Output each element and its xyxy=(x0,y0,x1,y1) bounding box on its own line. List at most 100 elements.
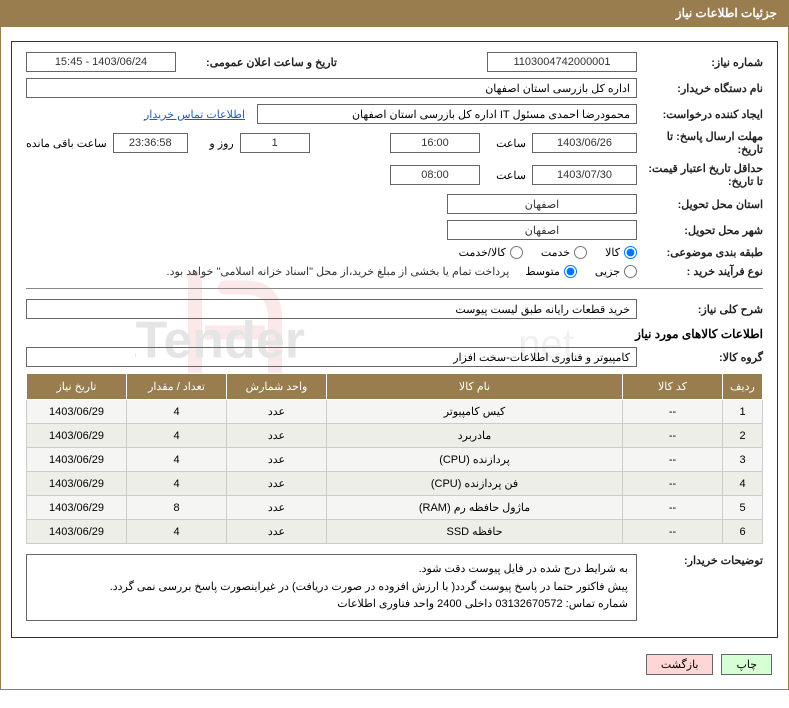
table-cell: 4 xyxy=(127,400,227,424)
row-delivery-city: شهر محل تحویل: اصفهان xyxy=(26,220,763,240)
button-bar: چاپ بازگشت xyxy=(5,644,784,685)
table-cell: 4 xyxy=(127,520,227,544)
field-remain-time: 23:36:58 xyxy=(113,133,188,153)
radio-cat-0[interactable]: کالا xyxy=(605,246,637,259)
field-prov: اصفهان xyxy=(447,194,637,214)
field-group: کامپیوتر و فناوری اطلاعات-سخت افزار xyxy=(26,347,637,367)
field-gdesc: خرید قطعات رایانه طبق لیست پیوست xyxy=(26,299,637,319)
title-text: جزئیات اطلاعات نیاز xyxy=(676,6,777,20)
table-row: 3--پردازنده (CPU)عدد41403/06/29 xyxy=(27,448,763,472)
radio-cat-1[interactable]: خدمت xyxy=(541,246,587,259)
row-need-no: شماره نیاز: 1103004742000001 تاریخ و ساع… xyxy=(26,52,763,72)
radio-pt-0-label: جزیی xyxy=(595,265,620,278)
table-cell: -- xyxy=(623,424,723,448)
label-city: شهر محل تحویل: xyxy=(643,224,763,237)
table-cell: -- xyxy=(623,400,723,424)
radio-pt-0-input[interactable] xyxy=(624,265,637,278)
label-reply: مهلت ارسال پاسخ: تا تاریخ: xyxy=(643,130,763,156)
table-cell: -- xyxy=(623,448,723,472)
table-cell: 1 xyxy=(723,400,763,424)
table-cell: 6 xyxy=(723,520,763,544)
items-tbody: 1--کیس کامپیوترعدد41403/06/292--مادربردع… xyxy=(27,400,763,544)
row-buyer-notes: توضیحات خریدار: به شرایط درج شده در فایل… xyxy=(26,554,763,621)
radio-pt-1-input[interactable] xyxy=(564,265,577,278)
print-button[interactable]: چاپ xyxy=(721,654,772,675)
label-buyer-org: نام دستگاه خریدار: xyxy=(643,82,763,95)
table-cell: 4 xyxy=(127,472,227,496)
field-requester: محمودرضا احمدی مسئول IT اداره کل بازرسی … xyxy=(257,104,637,124)
radio-cat-2[interactable]: کالا/خدمت xyxy=(459,246,523,259)
field-reply-hour: 16:00 xyxy=(390,133,480,153)
table-cell: -- xyxy=(623,472,723,496)
field-need-no: 1103004742000001 xyxy=(487,52,637,72)
table-cell: عدد xyxy=(227,424,327,448)
buyer-notes-box: به شرایط درج شده در فایل پیوست دقت شود.پ… xyxy=(26,554,637,621)
table-cell: کیس کامپیوتر xyxy=(327,400,623,424)
table-row: 2--مادربردعدد41403/06/29 xyxy=(27,424,763,448)
table-cell: 4 xyxy=(723,472,763,496)
table-cell: عدد xyxy=(227,448,327,472)
ptype-radios: جزیی متوسط xyxy=(525,265,637,278)
radio-pt-0[interactable]: جزیی xyxy=(595,265,637,278)
label-valid: حداقل تاریخ اعتبار قیمت: تا تاریخ: xyxy=(643,162,763,188)
radio-pt-1[interactable]: متوسط xyxy=(525,265,577,278)
table-cell: 1403/06/29 xyxy=(27,472,127,496)
table-row: 1--کیس کامپیوترعدد41403/06/29 xyxy=(27,400,763,424)
th-qty: تعداد / مقدار xyxy=(127,374,227,400)
label-requester: ایجاد کننده درخواست: xyxy=(643,108,763,121)
row-price-valid: حداقل تاریخ اعتبار قیمت: تا تاریخ: 1403/… xyxy=(26,162,763,188)
table-row: 5--ماژول حافظه رم (RAM)عدد81403/06/29 xyxy=(27,496,763,520)
table-cell: پردازنده (CPU) xyxy=(327,448,623,472)
form-box: AriaTender .net شماره نیاز: 110300474200… xyxy=(11,41,778,638)
th-date: تاریخ نیاز xyxy=(27,374,127,400)
field-reply-date: 1403/06/26 xyxy=(532,133,637,153)
row-general-desc: شرح کلی نیاز: خرید قطعات رایانه طبق لیست… xyxy=(26,299,763,319)
radio-cat-1-label: خدمت xyxy=(541,246,570,259)
th-unit: واحد شمارش xyxy=(227,374,327,400)
field-buyer-org: اداره کل بازرسی استان اصفهان xyxy=(26,78,637,98)
table-cell: 1403/06/29 xyxy=(27,400,127,424)
table-cell: -- xyxy=(623,520,723,544)
label-dayand: روز و xyxy=(194,137,234,150)
field-valid-date: 1403/07/30 xyxy=(532,165,637,185)
radio-cat-1-input[interactable] xyxy=(574,246,587,259)
contact-link[interactable]: اطلاعات تماس خریدار xyxy=(144,108,245,121)
table-cell: عدد xyxy=(227,472,327,496)
table-cell: 4 xyxy=(127,424,227,448)
table-cell: 5 xyxy=(723,496,763,520)
table-cell: حافظه SSD xyxy=(327,520,623,544)
radio-pt-1-label: متوسط xyxy=(525,265,560,278)
row-requester: ایجاد کننده درخواست: محمودرضا احمدی مسئو… xyxy=(26,104,763,124)
th-row: ردیف xyxy=(723,374,763,400)
radio-cat-2-input[interactable] xyxy=(510,246,523,259)
table-cell: 4 xyxy=(127,448,227,472)
th-name: نام کالا xyxy=(327,374,623,400)
label-gdesc: شرح کلی نیاز: xyxy=(643,303,763,316)
table-cell: عدد xyxy=(227,520,327,544)
field-announce: 1403/06/24 - 15:45 xyxy=(26,52,176,72)
table-cell: عدد xyxy=(227,400,327,424)
row-goods-group: گروه کالا: کامپیوتر و فناوری اطلاعات-سخت… xyxy=(26,347,763,367)
label-group: گروه کالا: xyxy=(643,351,763,364)
title-bar: جزئیات اطلاعات نیاز xyxy=(0,0,789,26)
row-delivery-prov: استان محل تحویل: اصفهان xyxy=(26,194,763,214)
table-cell: 1403/06/29 xyxy=(27,448,127,472)
table-cell: ماژول حافظه رم (RAM) xyxy=(327,496,623,520)
page-container: جزئیات اطلاعات نیاز AriaTender .net شمار… xyxy=(0,0,789,690)
back-button[interactable]: بازگشت xyxy=(646,654,714,675)
field-remain-days: 1 xyxy=(240,133,310,153)
note-line: شماره تماس: 03132670572 داخلی 2400 واحد … xyxy=(35,596,628,614)
label-need-no: شماره نیاز: xyxy=(643,56,763,69)
category-radios: کالا خدمت کالا/خدمت xyxy=(459,246,637,259)
radio-cat-2-label: کالا/خدمت xyxy=(459,246,506,259)
label-ptype: نوع فرآیند خرید : xyxy=(643,265,763,278)
table-cell: 3 xyxy=(723,448,763,472)
table-cell: 1403/06/29 xyxy=(27,424,127,448)
separator-1 xyxy=(26,288,763,289)
radio-cat-0-input[interactable] xyxy=(624,246,637,259)
table-row: 4--فن پردازنده (CPU)عدد41403/06/29 xyxy=(27,472,763,496)
label-notes: توضیحات خریدار: xyxy=(643,554,763,567)
label-announce: تاریخ و ساعت اعلان عمومی: xyxy=(182,56,337,69)
radio-cat-0-label: کالا xyxy=(605,246,620,259)
content: شماره نیاز: 1103004742000001 تاریخ و ساع… xyxy=(26,52,763,621)
